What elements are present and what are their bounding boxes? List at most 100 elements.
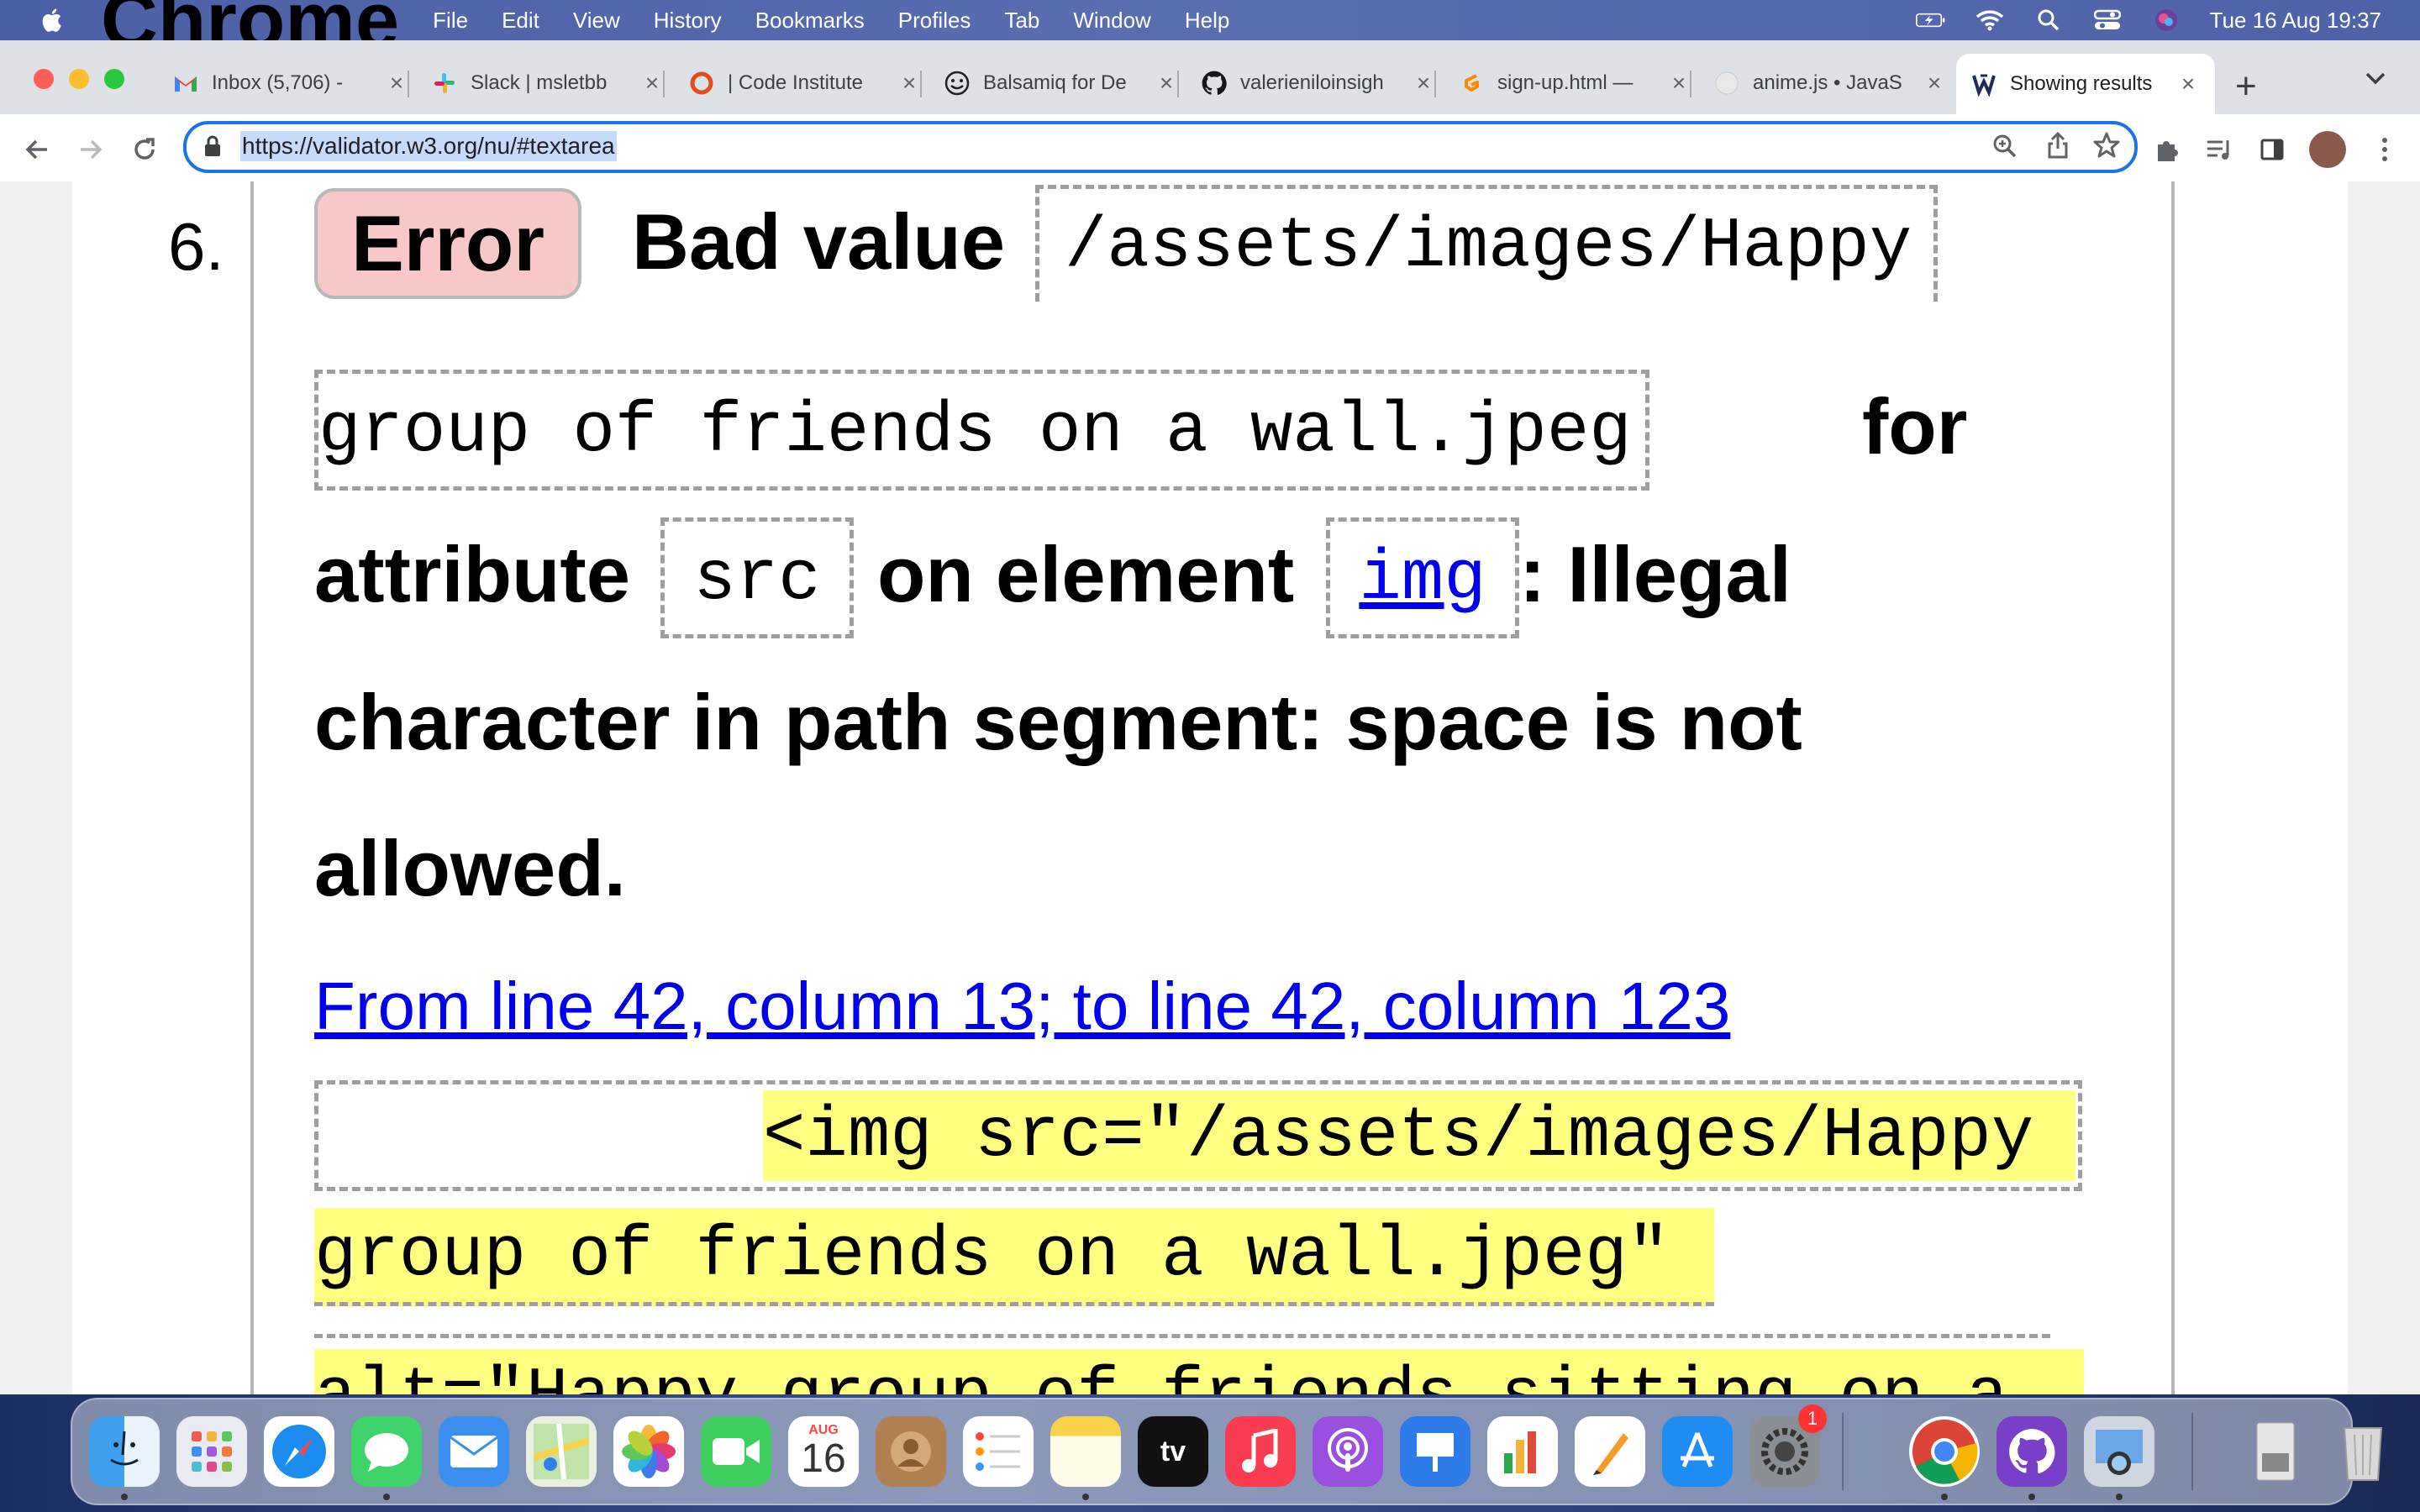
pages-icon[interactable]	[1575, 1416, 1645, 1487]
facetime-icon[interactable]	[701, 1416, 771, 1487]
gitpod-icon	[1459, 71, 1484, 96]
running-indicator	[2116, 1494, 2123, 1500]
keynote-icon[interactable]	[1400, 1416, 1470, 1487]
tab-anime[interactable]: anime.js • JavaS ×	[1714, 59, 1946, 108]
chrome-icon[interactable]	[1909, 1416, 1980, 1487]
github-desktop-icon[interactable]	[1996, 1416, 2067, 1487]
close-tab-icon[interactable]: ×	[1923, 70, 1946, 97]
wifi-icon[interactable]	[1975, 8, 2005, 32]
validator-icon	[1971, 71, 1996, 97]
running-indicator	[383, 1494, 390, 1500]
address-bar[interactable]: https://validator.w3.org/nu/#textarea	[183, 121, 2138, 173]
photos-icon[interactable]	[613, 1416, 684, 1487]
notification-badge: 1	[1798, 1404, 1827, 1433]
extensions-puzzle-icon[interactable]	[2149, 131, 2186, 168]
url-text[interactable]: https://validator.w3.org/nu/#textarea	[240, 131, 617, 161]
element-name-box: img	[1326, 517, 1519, 638]
share-icon[interactable]	[2045, 131, 2070, 164]
tab-code-institute[interactable]: | Code Institute ×	[689, 59, 922, 108]
close-tab-icon[interactable]: ×	[1412, 70, 1435, 97]
minimize-window-button[interactable]	[69, 69, 89, 89]
notes-icon[interactable]	[1050, 1416, 1121, 1487]
numbers-icon[interactable]	[1487, 1416, 1558, 1487]
tab-github[interactable]: valerieniloinsigh ×	[1202, 59, 1436, 108]
menu-help[interactable]: Help	[1185, 8, 1229, 34]
control-center-icon[interactable]	[2092, 8, 2123, 32]
music-icon[interactable]	[1225, 1416, 1296, 1487]
downloads-stack-icon[interactable]	[2240, 1416, 2311, 1487]
menu-history[interactable]: History	[654, 8, 722, 34]
tab-balsamiq[interactable]: Balsamiq for De ×	[944, 59, 1179, 108]
clock[interactable]: Tue 16 Aug 19:37	[2210, 8, 2381, 34]
spotlight-search-icon[interactable]	[2033, 8, 2064, 32]
close-tab-icon[interactable]: ×	[1155, 70, 1178, 97]
close-tab-icon[interactable]: ×	[897, 70, 921, 97]
launchpad-icon[interactable]	[176, 1416, 247, 1487]
zoom-window-button[interactable]	[104, 69, 124, 89]
system-preferences-icon[interactable]: 1	[1749, 1404, 1827, 1487]
close-window-button[interactable]	[34, 69, 54, 89]
maps-icon[interactable]	[526, 1416, 597, 1487]
tab-title: Inbox (5,706) -	[212, 71, 344, 94]
anime-icon	[1714, 71, 1739, 96]
menu-view[interactable]: View	[573, 8, 620, 34]
zoom-icon[interactable]	[1991, 133, 2018, 164]
trash-icon[interactable]	[2328, 1416, 2398, 1487]
apple-icon[interactable]	[39, 6, 67, 34]
podcasts-icon[interactable]	[1313, 1416, 1383, 1487]
safari-icon[interactable]	[264, 1416, 334, 1487]
bookmark-star-icon[interactable]	[2092, 131, 2121, 164]
tab-slack[interactable]: Slack | msletbb ×	[432, 59, 665, 108]
running-indicator	[2028, 1494, 2035, 1500]
for-label: for	[1862, 382, 1968, 470]
tab-validator-active[interactable]: Showing results ×	[1956, 54, 2215, 114]
reload-icon[interactable]	[126, 131, 163, 168]
lock-icon[interactable]	[203, 134, 222, 162]
preview-icon[interactable]	[2084, 1416, 2154, 1487]
gmail-icon	[173, 71, 198, 96]
finder-icon[interactable]	[89, 1416, 160, 1487]
bad-value-code-2: group of friends on a wall.jpeg	[314, 370, 1649, 491]
menu-window[interactable]: Window	[1073, 8, 1150, 34]
close-tab-icon[interactable]: ×	[385, 70, 408, 97]
back-arrow-icon[interactable]	[18, 131, 55, 168]
side-panel-icon[interactable]	[2254, 131, 2291, 168]
forward-arrow-icon[interactable]	[72, 131, 109, 168]
media-queue-icon[interactable]	[2202, 131, 2238, 168]
contacts-icon[interactable]	[876, 1416, 946, 1487]
menu-file[interactable]: File	[433, 8, 468, 34]
apple-tv-icon[interactable]: tv	[1138, 1416, 1208, 1487]
battery-icon[interactable]	[1915, 8, 1946, 32]
messages-icon[interactable]	[351, 1416, 422, 1487]
tv-label: tv	[1160, 1435, 1186, 1467]
calendar-icon[interactable]: AUG 16	[788, 1416, 859, 1487]
close-tab-icon[interactable]: ×	[2176, 71, 2200, 97]
kebab-menu-icon[interactable]	[2366, 131, 2403, 168]
menu-bookmarks[interactable]: Bookmarks	[755, 8, 865, 34]
page-viewport[interactable]: 6. Error Bad value /assets/images/Happy …	[0, 181, 2420, 1394]
menu-edit[interactable]: Edit	[502, 8, 539, 34]
tab-gitpod[interactable]: sign-up.html — ×	[1459, 59, 1691, 108]
app-store-icon[interactable]	[1662, 1416, 1733, 1487]
illegal-label: : Illegal	[1519, 530, 1791, 618]
extract-line-3: alt="Happy group of friends sitting on a	[314, 1349, 2084, 1394]
new-tab-button[interactable]: +	[2235, 66, 2257, 108]
extract-divider	[314, 1334, 2050, 1338]
reminders-icon[interactable]	[963, 1416, 1034, 1487]
extract-line-1: <img src="/assets/images/Happy	[763, 1090, 2075, 1181]
element-img-link[interactable]: img	[1359, 540, 1486, 620]
extract-line-2: group of friends on a wall.jpeg"	[314, 1208, 1714, 1306]
source-location-link[interactable]: From line 42, column 13; to line 42, col…	[314, 968, 1730, 1045]
tab-title: Balsamiq for De	[983, 71, 1127, 94]
close-tab-icon[interactable]: ×	[1667, 70, 1691, 97]
menu-bar: Chrome File Edit View History Bookmarks …	[0, 0, 2420, 64]
menu-profiles[interactable]: Profiles	[898, 8, 971, 34]
close-tab-icon[interactable]: ×	[640, 70, 664, 97]
profile-avatar[interactable]	[2309, 131, 2346, 168]
tab-gmail[interactable]: Inbox (5,706) - ×	[173, 59, 409, 108]
tab-strip: Inbox (5,706) - × Slack | msletbb × | Co…	[0, 40, 2420, 114]
mail-icon[interactable]	[439, 1416, 509, 1487]
siri-icon[interactable]	[2151, 8, 2181, 32]
tab-search-chevron-icon[interactable]	[2365, 71, 2386, 90]
menu-tab[interactable]: Tab	[1004, 8, 1039, 34]
